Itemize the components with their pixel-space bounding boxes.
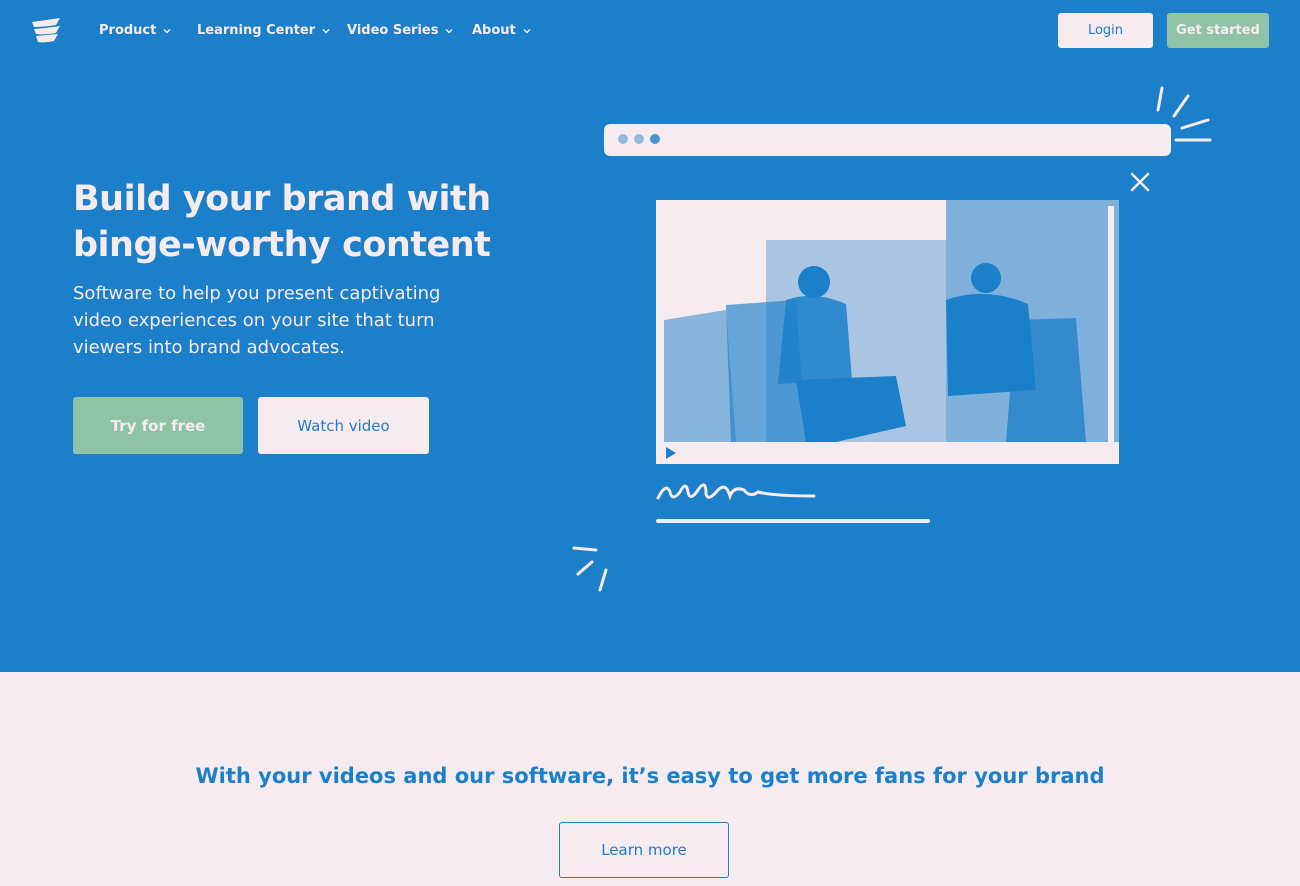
learn-more-button[interactable]: Learn more <box>559 822 729 878</box>
video-thumbnail <box>656 200 1119 464</box>
nav-video-series-label: Video Series <box>347 23 439 38</box>
login-button[interactable]: Login <box>1058 13 1153 48</box>
nav-about[interactable]: About <box>472 23 532 38</box>
try-for-free-button[interactable]: Try for free <box>73 397 243 454</box>
nav-about-label: About <box>472 23 516 38</box>
get-started-button[interactable]: Get started <box>1167 13 1269 48</box>
play-icon[interactable] <box>666 447 676 459</box>
chevron-down-icon <box>322 28 330 34</box>
video-controls[interactable] <box>656 442 1119 464</box>
window-dot <box>618 134 628 144</box>
signature-squiggle <box>656 483 816 501</box>
signature-underline <box>656 519 930 523</box>
sparkle-decoration <box>572 546 608 592</box>
close-icon[interactable] <box>1129 171 1151 193</box>
nav-product-label: Product <box>99 23 157 38</box>
window-dot <box>650 134 660 144</box>
chevron-down-icon <box>445 28 454 34</box>
watch-video-button[interactable]: Watch video <box>258 397 429 454</box>
window-dot <box>634 134 644 144</box>
features-section: With your videos and our software, it’s … <box>0 672 1300 886</box>
nav-product[interactable]: Product <box>99 23 172 38</box>
hero-title: Build your brand with binge-worthy conte… <box>73 179 491 265</box>
video-player[interactable] <box>656 200 1119 464</box>
nav-video-series[interactable]: Video Series <box>347 23 454 38</box>
nav-learning-center[interactable]: Learning Center <box>197 23 331 38</box>
hero-section: Product Learning Center Video Series Abo… <box>0 0 1300 672</box>
chevron-down-icon <box>163 28 171 34</box>
browser-bar <box>604 124 1171 156</box>
hero-subtitle: Software to help you present captivating… <box>73 283 441 358</box>
chevron-down-icon <box>523 28 531 34</box>
nav-learning-center-label: Learning Center <box>197 23 316 38</box>
section-tagline: With your videos and our software, it’s … <box>195 764 1105 788</box>
logo-icon[interactable] <box>30 18 62 44</box>
